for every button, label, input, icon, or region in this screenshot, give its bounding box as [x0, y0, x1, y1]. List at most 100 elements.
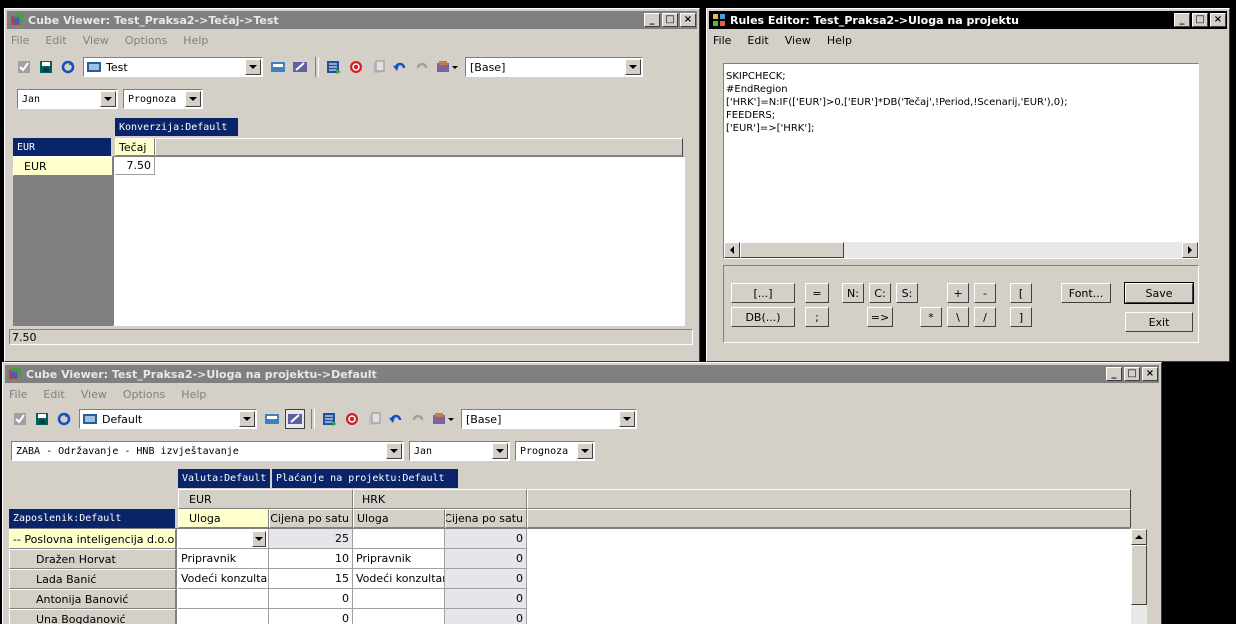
row-label[interactable]: Lada Banić [9, 569, 176, 589]
uloga-cell[interactable] [178, 589, 269, 609]
c-button[interactable]: C: [869, 283, 891, 303]
chevron-down-icon[interactable] [619, 411, 635, 427]
feeder-button[interactable]: => [867, 307, 893, 327]
equals-button[interactable]: = [805, 283, 829, 303]
uloga-cell[interactable] [353, 609, 445, 624]
row-label[interactable]: Dražen Horvat [9, 549, 176, 569]
refresh-icon[interactable] [55, 410, 73, 428]
save-icon[interactable] [37, 58, 55, 76]
minimize-button[interactable]: _ [644, 13, 660, 27]
title-bar[interactable]: Rules Editor: Test_Praksa2->Uloga na pro… [709, 11, 1227, 29]
column-header-eur[interactable]: EUR [178, 489, 353, 509]
export-icon[interactable] [325, 58, 343, 76]
subset-select[interactable]: [Base] [461, 409, 637, 429]
menu-edit[interactable]: Edit [745, 34, 770, 47]
bracket-button[interactable]: [...] [731, 283, 795, 303]
price-cell[interactable]: 10 [269, 549, 353, 569]
period-filter[interactable]: Jan [409, 441, 510, 461]
menu-view[interactable]: View [81, 34, 111, 47]
price-cell[interactable]: 0 [445, 609, 527, 624]
title-bar[interactable]: Cube Viewer: Test_Praksa2->Uloga na proj… [5, 365, 1159, 383]
maximize-button[interactable]: □ [1192, 13, 1208, 27]
save-button[interactable]: Save [1124, 282, 1194, 304]
menu-options[interactable]: Options [123, 34, 169, 47]
price-cell[interactable]: 0 [445, 589, 527, 609]
price-cell[interactable]: 0 [269, 609, 353, 624]
menu-edit[interactable]: Edit [43, 34, 68, 47]
calculator-icon[interactable] [269, 58, 287, 76]
uloga-cell[interactable] [353, 589, 445, 609]
exit-button[interactable]: Exit [1125, 312, 1193, 332]
edit-view-icon[interactable] [285, 409, 305, 429]
row-label-eur[interactable]: EUR [13, 156, 113, 176]
column-header-hrk-cijena[interactable]: Cijena po satu [445, 509, 527, 528]
semicolon-button[interactable]: ; [805, 307, 829, 327]
scenario-filter[interactable]: Prognoza [123, 89, 203, 109]
column-dimension-label[interactable]: Valuta:Default [178, 469, 270, 488]
chevron-down-icon[interactable] [100, 91, 116, 107]
scrollbar-thumb[interactable] [740, 242, 844, 258]
column-dimension-label[interactable]: Plaćanje na projektu:Default [272, 469, 458, 488]
menu-view[interactable]: View [79, 388, 109, 401]
uloga-cell-dropdown[interactable] [178, 529, 269, 549]
column-header-hrk-uloga[interactable]: Uloga [353, 509, 445, 528]
close-button[interactable]: × [1142, 367, 1158, 381]
redo-icon[interactable] [409, 410, 427, 428]
price-cell[interactable]: 15 [269, 569, 353, 589]
minus-button[interactable]: - [974, 283, 996, 303]
menu-help[interactable]: Help [179, 388, 208, 401]
menu-edit[interactable]: Edit [41, 388, 66, 401]
uloga-cell[interactable]: Pripravnik [178, 549, 269, 569]
row-dimension-label[interactable]: Zaposlenik:Default [9, 509, 175, 528]
minimize-button[interactable]: _ [1174, 13, 1190, 27]
menu-help[interactable]: Help [181, 34, 210, 47]
undo-icon[interactable] [387, 410, 405, 428]
stop-icon[interactable] [343, 410, 361, 428]
menu-options[interactable]: Options [121, 388, 167, 401]
stop-icon[interactable] [347, 58, 365, 76]
row-label[interactable]: -- Poslovna inteligencija d.o.o. [9, 529, 176, 549]
chevron-down-icon[interactable] [625, 59, 641, 75]
column-header-hrk[interactable]: HRK [353, 489, 527, 509]
row-dimension-label[interactable]: EUR [13, 138, 111, 156]
chevron-down-icon[interactable] [252, 530, 266, 547]
uloga-cell[interactable] [353, 529, 445, 549]
maximize-button[interactable]: □ [662, 13, 678, 27]
s-button[interactable]: S: [896, 283, 918, 303]
copy-icon[interactable] [365, 410, 383, 428]
row-label[interactable]: Antonija Banović [9, 589, 176, 609]
export-icon[interactable] [321, 410, 339, 428]
save-icon[interactable] [33, 410, 51, 428]
checkmark-icon[interactable] [11, 410, 29, 428]
backslash-button[interactable]: \ [947, 307, 969, 327]
uloga-cell[interactable]: Vodeći konzultant [178, 569, 269, 589]
chevron-down-icon[interactable] [239, 411, 255, 427]
view-select[interactable]: Default [79, 409, 257, 429]
price-cell[interactable]: 0 [269, 589, 353, 609]
scroll-left-icon[interactable] [724, 242, 740, 258]
copy-icon[interactable] [369, 58, 387, 76]
menu-file[interactable]: File [711, 34, 733, 47]
column-header-tecaj[interactable]: Tečaj [115, 138, 155, 156]
minimize-button[interactable]: _ [1106, 367, 1122, 381]
checkmark-icon[interactable] [15, 58, 33, 76]
chevron-down-icon[interactable] [492, 443, 508, 459]
close-button[interactable]: × [680, 13, 696, 27]
right-bracket-button[interactable]: ] [1010, 307, 1032, 327]
left-bracket-button[interactable]: [ [1010, 283, 1032, 303]
menu-file[interactable]: File [7, 388, 29, 401]
db-button[interactable]: DB(...) [731, 307, 795, 327]
period-filter[interactable]: Jan [17, 89, 118, 109]
vertical-scrollbar[interactable] [1131, 529, 1147, 624]
uloga-cell[interactable]: Vodeći konzultant [353, 569, 445, 589]
refresh-icon[interactable] [59, 58, 77, 76]
menu-help[interactable]: Help [825, 34, 854, 47]
row-label[interactable]: Una Bogdanović [9, 609, 176, 624]
chevron-down-icon[interactable] [185, 91, 201, 107]
chevron-down-icon[interactable] [245, 59, 261, 75]
plus-button[interactable]: + [947, 283, 969, 303]
rules-text-area[interactable]: SKIPCHECK; #EndRegion ['HRK']=N:IF(['EUR… [723, 63, 1199, 259]
price-cell[interactable]: 0 [445, 529, 527, 549]
close-button[interactable]: × [1210, 13, 1226, 27]
calculator-icon[interactable] [263, 410, 281, 428]
